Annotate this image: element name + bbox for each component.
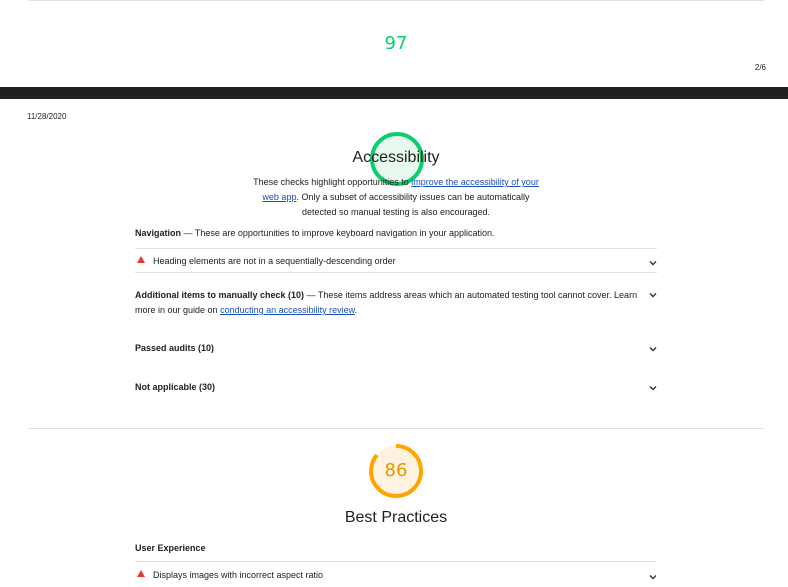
category-divider bbox=[29, 428, 764, 429]
navigation-title: Navigation bbox=[135, 228, 182, 238]
warning-triangle-icon bbox=[137, 256, 145, 263]
divider bbox=[29, 0, 764, 1]
accessibility-link-cont[interactable]: web app bbox=[262, 192, 296, 202]
audit-image-aspect-ratio[interactable]: Displays images with incorrect aspect ra… bbox=[135, 564, 659, 586]
best-practices-title: Best Practices bbox=[344, 509, 448, 526]
not-applicable-toggle[interactable]: Not applicable (30) bbox=[135, 382, 215, 392]
audit-title: Displays images with incorrect aspect ra… bbox=[153, 570, 324, 580]
manual-checks-title: Additional items to manually check (10) bbox=[135, 290, 305, 300]
chevron-down-icon[interactable] bbox=[648, 344, 658, 354]
passed-audits-toggle[interactable]: Passed audits (10) bbox=[135, 343, 214, 353]
divider bbox=[135, 561, 657, 562]
chevron-down-icon[interactable] bbox=[648, 290, 658, 300]
accessibility-link[interactable]: improve the accessibility of your bbox=[411, 177, 539, 187]
best-practices-score: 86 bbox=[384, 460, 408, 481]
description-text: detected so manual testing is also encou… bbox=[301, 207, 491, 217]
manual-checks-description: . bbox=[354, 305, 358, 315]
page-break bbox=[0, 87, 788, 99]
audit-heading-order[interactable]: Heading elements are not in a sequential… bbox=[135, 250, 659, 272]
review-guide-link[interactable]: conducting an accessibility review bbox=[220, 305, 355, 315]
accessibility-description: These checks highlight opportunities to … bbox=[226, 175, 566, 220]
description-text: These checks highlight opportunities to bbox=[253, 177, 412, 187]
chevron-down-icon[interactable] bbox=[648, 258, 658, 268]
audit-title: Heading elements are not in a sequential… bbox=[153, 256, 396, 266]
navigation-description: — These are opportunities to improve key… bbox=[181, 228, 495, 238]
user-experience-group-title: User Experience bbox=[135, 543, 206, 553]
print-date: 11/28/2020 bbox=[27, 112, 67, 121]
navigation-group-header: Navigation — These are opportunities to … bbox=[135, 228, 665, 238]
divider bbox=[135, 248, 657, 249]
description-text: . Only a subset of accessibility issues … bbox=[296, 192, 530, 202]
chevron-down-icon[interactable] bbox=[648, 572, 658, 582]
previous-score: 97 bbox=[384, 33, 408, 54]
divider bbox=[135, 272, 657, 273]
accessibility-title: Accessibility bbox=[352, 149, 440, 166]
manual-checks-description: — These items address areas which an aut… bbox=[304, 290, 638, 300]
chevron-down-icon[interactable] bbox=[648, 383, 658, 393]
warning-triangle-icon bbox=[137, 570, 145, 577]
manual-checks-group[interactable]: Additional items to manually check (10) … bbox=[135, 288, 650, 318]
page-number: 2/6 bbox=[754, 63, 766, 72]
manual-checks-description: more in our guide on bbox=[135, 305, 221, 315]
